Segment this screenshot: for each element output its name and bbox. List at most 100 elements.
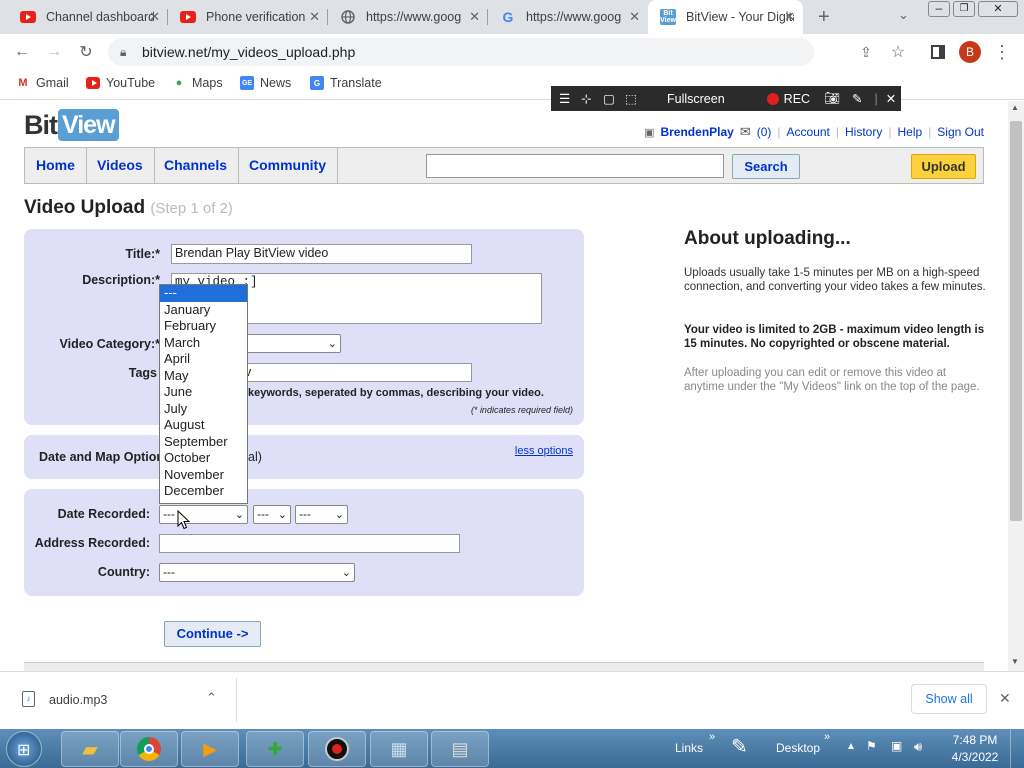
- bookmark-youtube[interactable]: YouTube: [86, 76, 155, 90]
- share-icon[interactable]: ⇪: [854, 40, 878, 64]
- clock-time[interactable]: 7:48 PM: [950, 733, 1000, 747]
- lock-icon[interactable]: 🔒︎: [120, 38, 126, 66]
- month-option[interactable]: August: [160, 417, 247, 434]
- close-icon[interactable]: ✕: [149, 9, 160, 25]
- chevron-up-icon[interactable]: ⌃: [206, 690, 217, 706]
- bitview-logo[interactable]: Bit View: [24, 109, 119, 141]
- reload-icon[interactable]: ↻: [74, 40, 98, 64]
- recorder-taskbar-button[interactable]: [308, 731, 366, 767]
- month-option[interactable]: October: [160, 450, 247, 467]
- tab-bitview[interactable]: Bit View BitView - Your Digital ✕: [648, 0, 803, 34]
- month-option[interactable]: December: [160, 483, 247, 500]
- year-select[interactable]: --- ⌄: [295, 505, 348, 524]
- show-all-button[interactable]: Show all: [911, 684, 987, 714]
- clock-date[interactable]: 4/3/2022: [946, 750, 1004, 764]
- tab-phone-verification[interactable]: Phone verification ✕: [168, 0, 328, 34]
- menu-icon[interactable]: ⋮: [990, 40, 1014, 64]
- nav-videos[interactable]: Videos: [86, 148, 155, 183]
- region-icon[interactable]: ⊹: [581, 91, 595, 106]
- bookmark-news[interactable]: GE News: [240, 76, 291, 90]
- account-link[interactable]: Account: [787, 125, 830, 139]
- media-taskbar-button[interactable]: ▶: [181, 731, 239, 767]
- chevron-right-icon[interactable]: »: [824, 731, 830, 743]
- fullscreen-label[interactable]: Fullscreen: [667, 92, 725, 106]
- less-options-link[interactable]: less options: [515, 445, 573, 457]
- crop-icon[interactable]: ⬚: [625, 91, 639, 106]
- month-option[interactable]: March: [160, 335, 247, 352]
- network-icon[interactable]: ▣: [891, 739, 902, 753]
- volume-icon[interactable]: 🔊︎: [914, 739, 922, 755]
- bookmark-star-icon[interactable]: ☆: [886, 40, 910, 64]
- pen-icon[interactable]: ✎: [852, 91, 862, 106]
- month-option[interactable]: February: [160, 318, 247, 335]
- tab-google-1[interactable]: https://www.goog ✕: [328, 0, 488, 34]
- desktop-toolbar-label[interactable]: Desktop: [776, 741, 820, 755]
- tray-expand-icon[interactable]: ▲: [846, 741, 856, 752]
- camera-icon[interactable]: 📷︎: [824, 91, 840, 106]
- explorer-taskbar-button[interactable]: ▰: [61, 731, 119, 767]
- menu-icon[interactable]: ☰: [559, 91, 573, 106]
- window-capture-icon[interactable]: ▢: [603, 91, 617, 106]
- nav-channels[interactable]: Channels: [153, 148, 240, 183]
- sign-out-link[interactable]: Sign Out: [937, 125, 984, 139]
- month-option[interactable]: January: [160, 302, 247, 319]
- window-close-icon[interactable]: ✕: [978, 1, 1018, 17]
- close-icon[interactable]: ✕: [999, 690, 1011, 707]
- inbox-count[interactable]: (0): [757, 125, 772, 139]
- scroll-down-icon[interactable]: ▼: [1011, 657, 1019, 666]
- chrome-taskbar-button[interactable]: [120, 731, 178, 767]
- search-button[interactable]: Search: [732, 154, 800, 179]
- rec-label[interactable]: REC: [784, 92, 810, 106]
- download-filename[interactable]: audio.mp3: [49, 693, 107, 707]
- mail-icon[interactable]: ✉: [740, 124, 751, 140]
- nav-home[interactable]: Home: [25, 148, 87, 183]
- address-input[interactable]: [159, 534, 460, 553]
- app-taskbar-button[interactable]: ✚: [246, 731, 304, 767]
- title-input[interactable]: Brendan Play BitView video: [171, 244, 472, 264]
- upload-button[interactable]: Upload: [911, 154, 976, 179]
- control-panel-taskbar-button[interactable]: ▦: [370, 731, 428, 767]
- month-dropdown-list[interactable]: --- January February March April May Jun…: [159, 284, 248, 504]
- day-select[interactable]: --- ⌄: [253, 505, 291, 524]
- chevron-right-icon[interactable]: »: [709, 731, 715, 743]
- continue-button[interactable]: Continue ->: [164, 621, 261, 647]
- record-dot-icon[interactable]: [766, 92, 779, 105]
- page-scrollbar[interactable]: ▲ ▼: [1008, 101, 1024, 671]
- links-toolbar-label[interactable]: Links: [675, 741, 703, 755]
- forward-icon[interactable]: →: [42, 40, 66, 64]
- show-desktop-button[interactable]: [1010, 729, 1024, 768]
- tab-channel-dashboard[interactable]: Channel dashboard ✕: [8, 0, 168, 34]
- avatar[interactable]: B: [958, 40, 982, 64]
- minimize-icon[interactable]: –: [928, 1, 950, 17]
- tab-search-icon[interactable]: ⌄: [898, 7, 909, 23]
- restore-icon[interactable]: ❐: [953, 1, 975, 17]
- close-icon[interactable]: ✕: [784, 9, 795, 25]
- month-option[interactable]: November: [160, 467, 247, 484]
- scrollbar-thumb[interactable]: [1010, 121, 1022, 521]
- month-option[interactable]: May: [160, 368, 247, 385]
- start-button[interactable]: ⊞: [6, 731, 42, 767]
- bookmark-maps[interactable]: ● Maps: [172, 76, 223, 90]
- terminal-taskbar-button[interactable]: ▤: [431, 731, 489, 767]
- country-select[interactable]: --- ⌄: [159, 563, 355, 582]
- month-option[interactable]: June: [160, 384, 247, 401]
- new-tab-icon[interactable]: +: [818, 6, 830, 29]
- close-icon[interactable]: ✕: [469, 9, 480, 25]
- search-input[interactable]: [426, 154, 724, 178]
- close-icon[interactable]: ✕: [309, 9, 320, 25]
- month-option[interactable]: September: [160, 434, 247, 451]
- month-option[interactable]: ---: [160, 285, 247, 302]
- pen-tool-icon[interactable]: ✎: [731, 734, 748, 759]
- back-icon[interactable]: ←: [10, 40, 34, 64]
- history-link[interactable]: History: [845, 125, 882, 139]
- tab-google-2[interactable]: G https://www.goog ✕: [488, 0, 648, 34]
- help-link[interactable]: Help: [897, 125, 922, 139]
- side-panel-icon[interactable]: [926, 40, 950, 64]
- month-option[interactable]: July: [160, 401, 247, 418]
- address-bar[interactable]: 🔒︎ bitview.net/my_videos_upload.php: [108, 38, 814, 66]
- username-link[interactable]: BrendenPlay: [660, 125, 733, 139]
- close-icon[interactable]: ✕: [886, 91, 896, 106]
- flag-icon[interactable]: ⚑: [866, 739, 877, 753]
- scroll-up-icon[interactable]: ▲: [1011, 103, 1019, 112]
- bookmark-translate[interactable]: G Translate: [310, 76, 382, 90]
